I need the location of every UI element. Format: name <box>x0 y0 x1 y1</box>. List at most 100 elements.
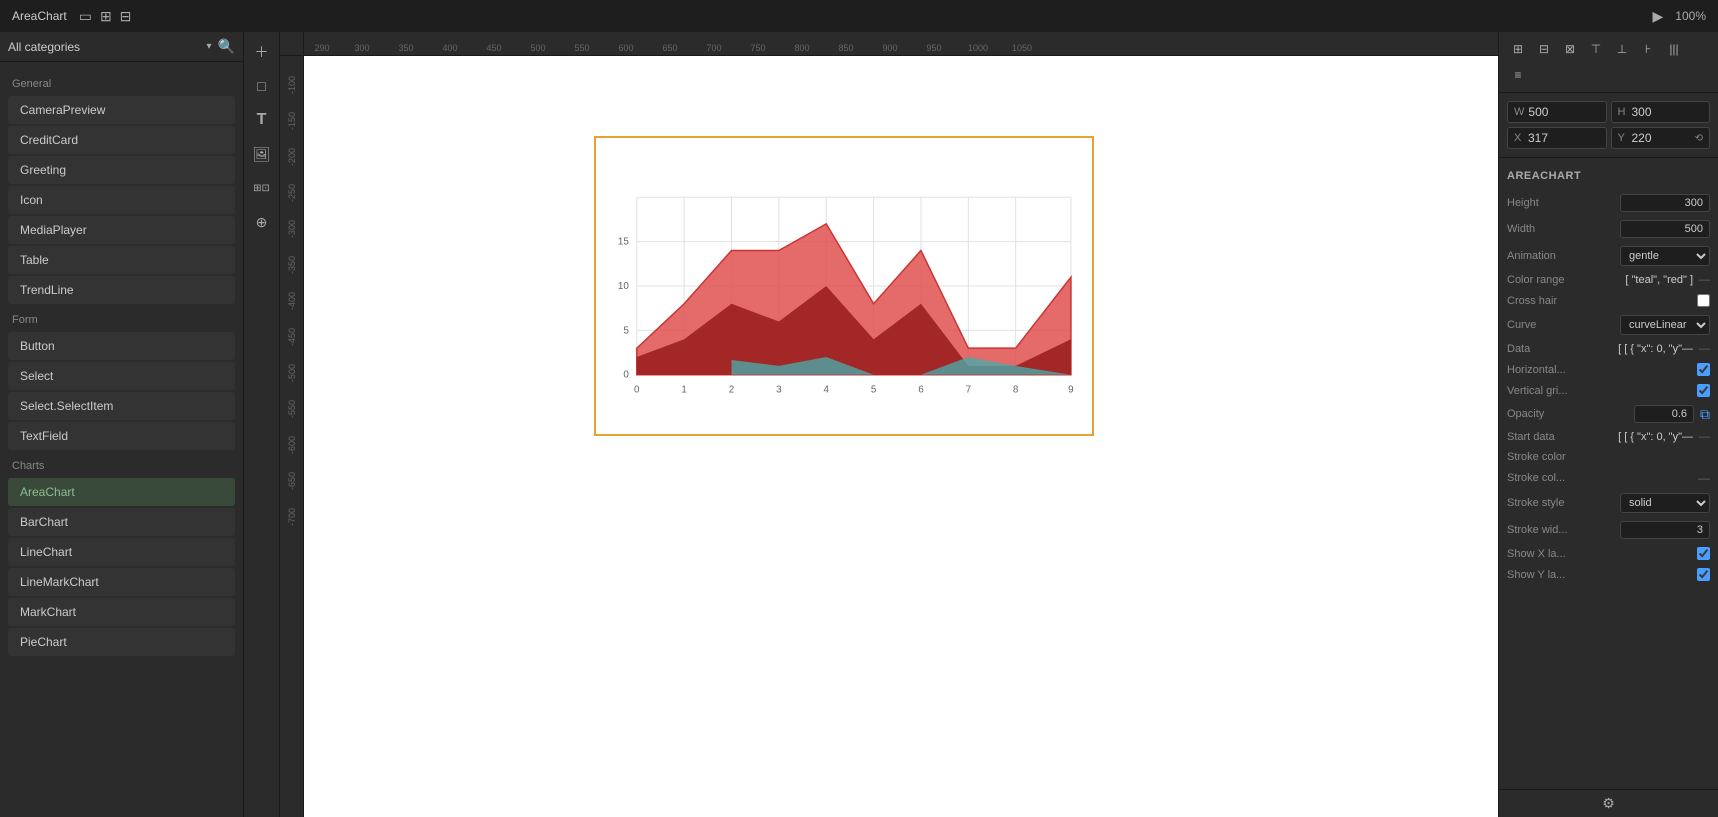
ruler-mark-v: -200 <box>287 132 297 168</box>
crosshair-checkbox[interactable] <box>1697 294 1710 307</box>
vertical-prop-label: Vertical gri... <box>1507 385 1691 397</box>
text-tool[interactable]: T <box>248 106 276 134</box>
height-field[interactable]: H <box>1611 101 1711 123</box>
y-label: Y <box>1618 132 1628 144</box>
start-data-prop-label: Start data <box>1507 431 1612 443</box>
align-bottom-button[interactable]: ⊦ <box>1637 38 1659 60</box>
ruler-mark-v: -650 <box>287 456 297 492</box>
y-field[interactable]: Y ⟲ <box>1611 127 1711 149</box>
y-input[interactable] <box>1632 131 1691 145</box>
align-left-button[interactable]: ⊞ <box>1507 38 1529 60</box>
align-center-v-button[interactable]: ⊥ <box>1611 38 1633 60</box>
component-markchart[interactable]: MarkChart <box>8 598 235 626</box>
svg-text:1: 1 <box>681 385 686 396</box>
component-button[interactable]: Button <box>8 332 235 360</box>
color-range-expand[interactable]: — <box>1699 274 1710 286</box>
start-data-expand[interactable]: — <box>1699 431 1710 443</box>
component-barchart[interactable]: BarChart <box>8 508 235 536</box>
distribute-v-button[interactable]: ≡ <box>1507 64 1529 86</box>
component-table[interactable]: Table <box>8 246 235 274</box>
distribute-h-button[interactable]: ||| <box>1663 38 1685 60</box>
ruler-mark: 500 <box>516 43 560 53</box>
curve-prop-select[interactable]: curveLinear curveBasis curveCardinal cur… <box>1620 315 1710 335</box>
component-greeting[interactable]: Greeting <box>8 156 235 184</box>
show-x-checkbox[interactable] <box>1697 547 1710 560</box>
align-center-h-button[interactable]: ⊟ <box>1533 38 1555 60</box>
component-select-item[interactable]: Select.SelectItem <box>8 392 235 420</box>
opacity-expand-icon[interactable]: ⧉ <box>1700 406 1710 423</box>
form-section-label: Form <box>0 306 243 330</box>
component-camera-preview[interactable]: CameraPreview <box>8 96 235 124</box>
horizontal-checkbox[interactable] <box>1697 363 1710 376</box>
color-range-prop-row: Color range [ "teal", "red" ] — <box>1507 270 1710 290</box>
align-top-button[interactable]: ⊤ <box>1585 38 1607 60</box>
ruler-mark-v: -600 <box>287 420 297 456</box>
image-tool[interactable]: 🖼 <box>248 140 276 168</box>
height-input[interactable] <box>1632 105 1704 119</box>
stroke-style-prop-row: Stroke style solid dashed dotted <box>1507 489 1710 517</box>
play-button[interactable]: ▶ <box>1653 8 1664 25</box>
vertical-prop-row: Vertical gri... <box>1507 380 1710 401</box>
svg-text:2: 2 <box>729 385 734 396</box>
area-chart-svg: 0 5 10 15 0 1 2 3 4 5 6 7 8 9 <box>596 138 1092 434</box>
width-input[interactable] <box>1528 105 1599 119</box>
width-prop-row: Width <box>1507 216 1710 242</box>
category-select[interactable]: All categories <box>8 40 201 54</box>
data-expand[interactable]: — <box>1699 343 1710 355</box>
animation-prop-row: Animation gentle wobbly stiff slow molas… <box>1507 242 1710 270</box>
width-prop-input[interactable] <box>1620 220 1710 238</box>
horizontal-prop-label: Horizontal... <box>1507 364 1691 376</box>
chart-widget[interactable]: 0 5 10 15 0 1 2 3 4 5 6 7 8 9 <box>594 136 1094 436</box>
search-button[interactable]: 🔍 <box>218 38 235 55</box>
stroke-col-value: — <box>1698 471 1710 485</box>
components-list: General CameraPreview CreditCard Greetin… <box>0 62 243 817</box>
plus-tool[interactable]: ⊕ <box>248 208 276 236</box>
props-section: AREACHART Height Width Animation gentle … <box>1499 158 1718 593</box>
ruler-mark: 900 <box>868 43 912 53</box>
add-tool[interactable]: ＋ <box>248 38 276 66</box>
curve-prop-row: Curve curveLinear curveBasis curveCardin… <box>1507 311 1710 339</box>
rectangle-icon[interactable]: ▭ <box>79 8 92 25</box>
component-areachart[interactable]: AreaChart <box>8 478 235 506</box>
component-trendline[interactable]: TrendLine <box>8 276 235 304</box>
component-media-player[interactable]: MediaPlayer <box>8 216 235 244</box>
component-select[interactable]: Select <box>8 362 235 390</box>
stroke-style-select[interactable]: solid dashed dotted <box>1620 493 1710 513</box>
component-credit-card[interactable]: CreditCard <box>8 126 235 154</box>
stroke-style-prop-label: Stroke style <box>1507 497 1614 509</box>
data-prop-row: Data [ [ { "x": 0, "y"— — <box>1507 339 1710 359</box>
opacity-prop-input[interactable] <box>1634 405 1694 423</box>
ruler-mark: 1050 <box>1000 43 1044 53</box>
start-data-prop-value: [ [ { "x": 0, "y"— <box>1618 431 1693 443</box>
horizontal-prop-row: Horizontal... <box>1507 359 1710 380</box>
stroke-col-prop-label: Stroke col... <box>1507 472 1692 484</box>
lock-aspect-button[interactable]: ⟲ <box>1695 133 1703 144</box>
vertical-checkbox[interactable] <box>1697 384 1710 397</box>
component-tool[interactable]: ⊞⊡ <box>248 174 276 202</box>
show-x-prop-label: Show X la... <box>1507 548 1691 560</box>
component-linechart[interactable]: LineChart <box>8 538 235 566</box>
tool-strip: ＋ □ T 🖼 ⊞⊡ ⊕ <box>244 32 280 817</box>
ruler-mark: 290 <box>304 43 340 53</box>
width-field[interactable]: W <box>1507 101 1607 123</box>
x-input[interactable] <box>1528 131 1600 145</box>
component-piechart[interactable]: PieChart <box>8 628 235 656</box>
component-textfield[interactable]: TextField <box>8 422 235 450</box>
show-y-checkbox[interactable] <box>1697 568 1710 581</box>
svg-text:0: 0 <box>634 385 640 396</box>
animation-prop-select[interactable]: gentle wobbly stiff slow molasses noAnim… <box>1620 246 1710 266</box>
ruler-mark-v: -150 <box>287 96 297 132</box>
height-prop-label: Height <box>1507 197 1614 209</box>
layout-icon[interactable]: ⊟ <box>120 8 132 25</box>
settings-icon[interactable]: ⚙ <box>1602 795 1615 812</box>
resize-icon[interactable]: ⊞ <box>100 8 112 25</box>
component-icon[interactable]: Icon <box>8 186 235 214</box>
component-linemarkchart[interactable]: LineMarkChart <box>8 568 235 596</box>
canvas[interactable]: 0 5 10 15 0 1 2 3 4 5 6 7 8 9 <box>304 56 1498 817</box>
select-tool[interactable]: □ <box>248 72 276 100</box>
x-field[interactable]: X <box>1507 127 1607 149</box>
stroke-width-prop-row: Stroke wid... <box>1507 517 1710 543</box>
align-right-button[interactable]: ⊠ <box>1559 38 1581 60</box>
height-prop-input[interactable] <box>1620 194 1710 212</box>
stroke-width-input[interactable] <box>1620 521 1710 539</box>
